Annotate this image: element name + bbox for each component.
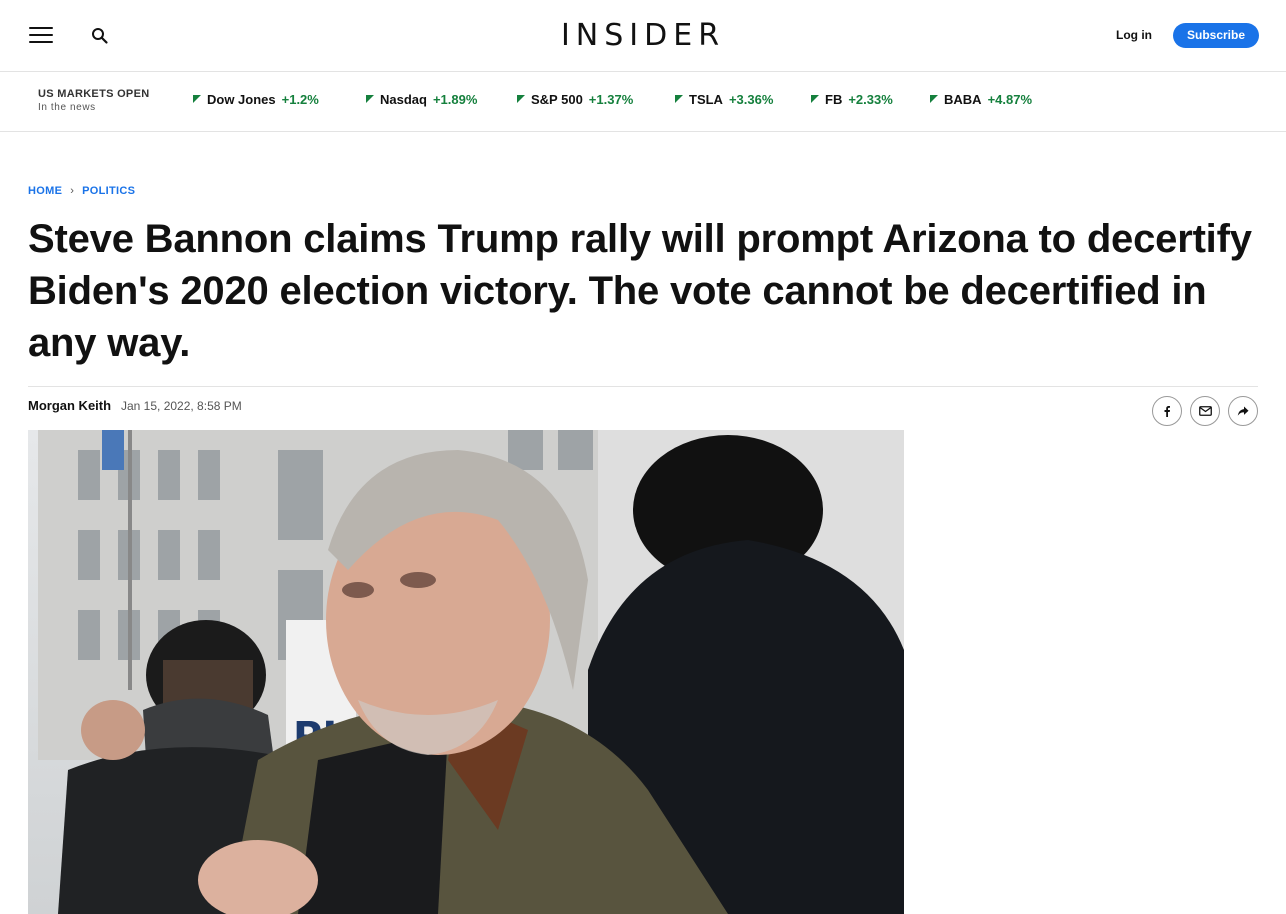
ticker-baba[interactable]: BABA +4.87%	[930, 92, 1032, 107]
chevron-right-icon: ›	[70, 185, 75, 197]
ticker-sp500[interactable]: S&P 500 +1.37%	[517, 92, 633, 107]
ticker-name: S&P 500	[531, 92, 583, 107]
markets-bar: US MARKETS OPEN In the news Dow Jones +1.…	[0, 72, 1286, 132]
up-arrow-icon	[930, 95, 938, 103]
ticker-fb[interactable]: FB +2.33%	[811, 92, 893, 107]
up-arrow-icon	[366, 95, 374, 103]
ticker-name: FB	[825, 92, 843, 107]
ticker-change: +3.36%	[728, 92, 774, 107]
ticker-nasdaq[interactable]: Nasdaq +1.89%	[366, 92, 477, 107]
markets-subtitle: In the news	[38, 102, 96, 113]
ticker-tsla[interactable]: TSLA +3.36%	[675, 92, 773, 107]
breadcrumb-home[interactable]: HOME	[28, 185, 62, 197]
ticker-change: +4.87%	[987, 92, 1033, 107]
up-arrow-icon	[811, 95, 819, 103]
markets-status: US MARKETS OPEN	[38, 88, 150, 100]
ticker-name: BABA	[944, 92, 982, 107]
ticker-change: +1.37%	[588, 92, 634, 107]
ticker-name: Dow Jones	[207, 92, 276, 107]
ticker-name: TSLA	[689, 92, 723, 107]
subscribe-button[interactable]: Subscribe	[1173, 23, 1259, 48]
publish-date: Jan 15, 2022, 8:58 PM	[121, 399, 242, 413]
up-arrow-icon	[193, 95, 201, 103]
up-arrow-icon	[675, 95, 683, 103]
ticker-name: Nasdaq	[380, 92, 427, 107]
site-logo[interactable]: INSIDER	[0, 18, 1286, 53]
breadcrumb: HOME › POLITICS	[28, 185, 135, 197]
up-arrow-icon	[517, 95, 525, 103]
ticker-change: +1.2%	[281, 92, 319, 107]
article-photo: PI	[28, 430, 904, 914]
email-icon[interactable]	[1190, 396, 1220, 426]
byline-divider	[28, 386, 1258, 387]
breadcrumb-politics[interactable]: POLITICS	[82, 185, 135, 197]
ticker-dow-jones[interactable]: Dow Jones +1.2%	[193, 92, 319, 107]
author-name[interactable]: Morgan Keith	[28, 398, 111, 413]
site-header: INSIDER Log in Subscribe	[0, 0, 1286, 72]
ticker-change: +2.33%	[848, 92, 893, 107]
ticker-change: +1.89%	[432, 92, 478, 107]
login-link[interactable]: Log in	[1116, 28, 1152, 42]
facebook-icon[interactable]	[1152, 396, 1182, 426]
share-icon[interactable]	[1228, 396, 1258, 426]
article-headline: Steve Bannon claims Trump rally will pro…	[28, 217, 1252, 365]
